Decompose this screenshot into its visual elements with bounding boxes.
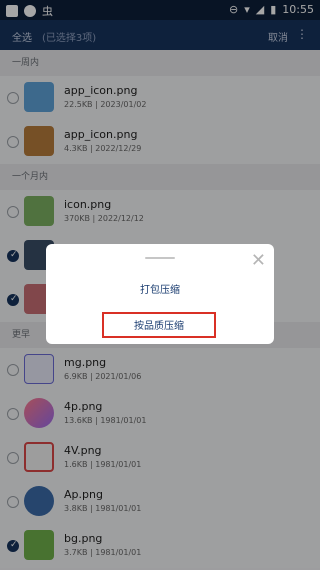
pack-compress-option[interactable]: 打包压缩 (46, 281, 274, 296)
compress-dialog: ✕ 打包压缩 按品质压缩 (46, 244, 274, 344)
quality-compress-option[interactable]: 按品质压缩 (102, 312, 216, 338)
drag-handle[interactable] (145, 257, 175, 259)
close-icon[interactable]: ✕ (251, 250, 266, 271)
